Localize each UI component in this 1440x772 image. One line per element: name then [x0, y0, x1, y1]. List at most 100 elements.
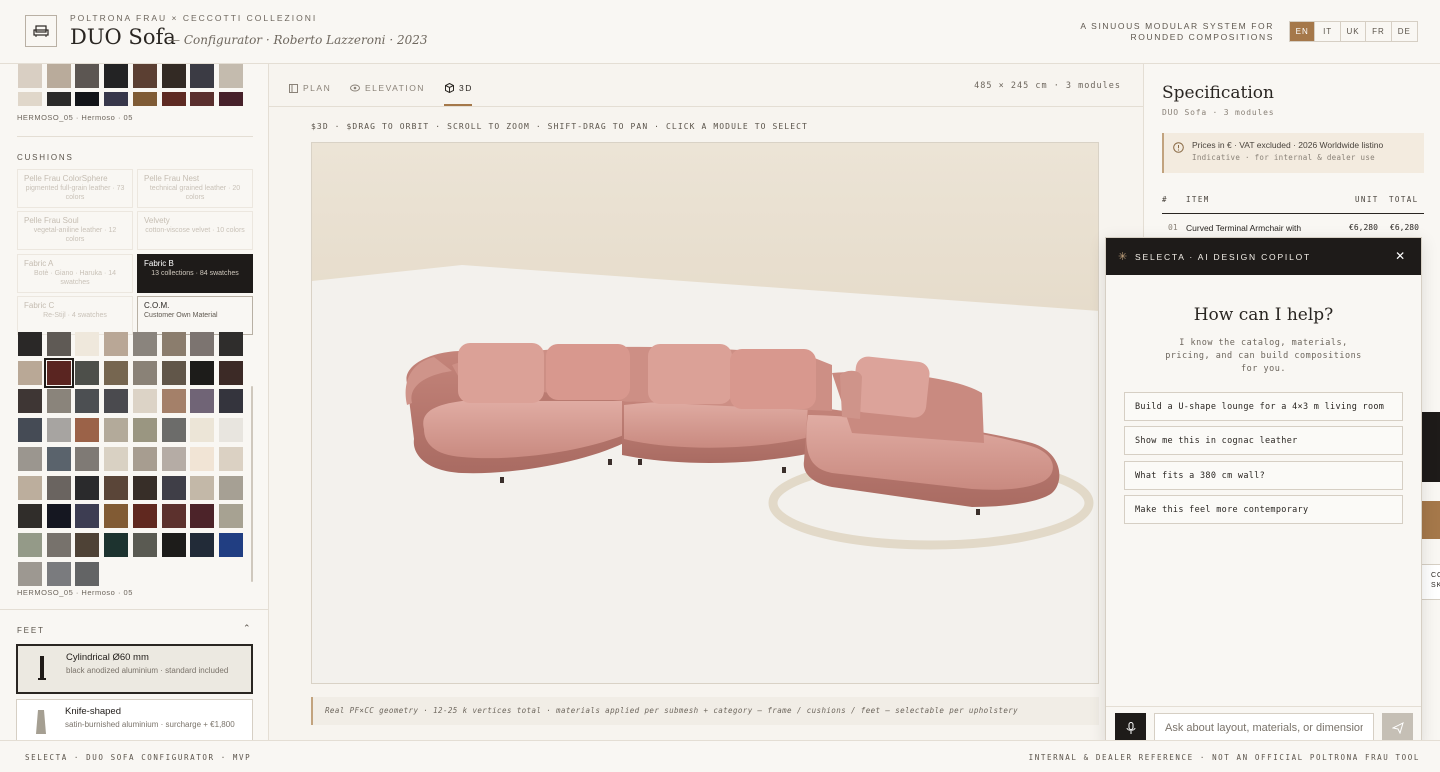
cushion-swatch-28[interactable]: [104, 418, 129, 443]
cushion-swatch-4[interactable]: [104, 332, 129, 356]
cushion-swatch-59[interactable]: [75, 532, 100, 557]
feet-option-knife[interactable]: Knife-shaped satin-burnished aluminium ·…: [16, 699, 253, 740]
cushion-swatch-24[interactable]: [218, 389, 243, 414]
send-icon[interactable]: [1382, 713, 1413, 743]
cushion-swatch-43[interactable]: [75, 475, 100, 500]
cushion-swatch-45[interactable]: [132, 475, 157, 500]
cushion-swatch-67[interactable]: [75, 561, 100, 586]
cushion-swatch-54[interactable]: [161, 504, 186, 529]
chat-input[interactable]: [1154, 713, 1374, 743]
cushion-swatch-52[interactable]: [104, 504, 129, 529]
frame-swatch-6[interactable]: [161, 64, 186, 88]
cushion-swatch-11[interactable]: [75, 360, 100, 385]
cushion-swatch-65[interactable]: [18, 561, 42, 586]
material-fabric-b[interactable]: Fabric B 13 collections · 84 swatches: [137, 254, 253, 293]
material-fabric-c[interactable]: Fabric C Re-Stijl · 4 swatches: [17, 296, 133, 335]
cushion-swatch-55[interactable]: [190, 504, 215, 529]
cushion-swatch-42[interactable]: [46, 475, 71, 500]
cushion-swatch-26[interactable]: [46, 418, 71, 443]
lang-it[interactable]: IT: [1315, 22, 1341, 41]
cushion-swatch-32[interactable]: [218, 418, 243, 443]
cushion-swatch-16[interactable]: [218, 360, 243, 385]
cushion-swatch-37[interactable]: [132, 446, 157, 471]
cushion-swatch-25[interactable]: [18, 418, 42, 443]
cushion-swatch-40[interactable]: [218, 446, 243, 471]
cushion-swatch-8[interactable]: [218, 332, 243, 356]
cushion-swatch-46[interactable]: [161, 475, 186, 500]
frame-swatch-3[interactable]: [75, 64, 100, 88]
cushion-swatch-57[interactable]: [18, 532, 42, 557]
cushion-swatch-53[interactable]: [132, 504, 157, 529]
cushion-swatch-20[interactable]: [104, 389, 129, 414]
cushion-swatch-23[interactable]: [190, 389, 215, 414]
cushion-swatch-30[interactable]: [161, 418, 186, 443]
cushion-swatch-17[interactable]: [18, 389, 42, 414]
tab-plan[interactable]: PLAN: [289, 83, 331, 93]
frame-swatch-row2-2[interactable]: [46, 92, 71, 106]
cushion-swatch-5[interactable]: [132, 332, 157, 356]
cushion-swatch-14[interactable]: [161, 360, 186, 385]
cushion-swatch-63[interactable]: [190, 532, 215, 557]
cushion-swatch-33[interactable]: [18, 446, 42, 471]
cushion-swatch-38[interactable]: [161, 446, 186, 471]
swatch-scrollbar[interactable]: [251, 386, 253, 582]
cushion-swatch-39[interactable]: [190, 446, 215, 471]
cushion-swatch-12[interactable]: [104, 360, 129, 385]
cushion-swatch-49[interactable]: [18, 504, 42, 529]
ai-copilot-panel[interactable]: ✳ SELECTA · AI DESIGN COPILOT ✕ How can …: [1105, 237, 1422, 747]
lang-de[interactable]: DE: [1392, 22, 1417, 41]
frame-swatch-row2-4[interactable]: [104, 92, 129, 106]
left-panel[interactable]: HERMOSO_05 · Hermoso · 05 CUSHIONS Pelle…: [0, 64, 269, 740]
cushion-swatch-36[interactable]: [104, 446, 129, 471]
suggestion-u-shape[interactable]: Build a U-shape lounge for a 4×3 m livin…: [1124, 392, 1403, 421]
cushion-swatch-64[interactable]: [218, 532, 243, 557]
suggestion-cognac[interactable]: Show me this in cognac leather: [1124, 426, 1403, 455]
cushion-swatch-50[interactable]: [46, 504, 71, 529]
cushion-swatch-35[interactable]: [75, 446, 100, 471]
lang-uk[interactable]: UK: [1341, 22, 1367, 41]
material-velvety[interactable]: Velvety cotton-viscose velvet · 10 colors: [137, 211, 253, 250]
cushion-swatch-47[interactable]: [190, 475, 215, 500]
cushion-swatch-62[interactable]: [161, 532, 186, 557]
material-com[interactable]: C.O.M. Customer Own Material: [137, 296, 253, 335]
lang-en[interactable]: EN: [1290, 22, 1316, 41]
cushion-swatch-27[interactable]: [75, 418, 100, 443]
accent-button-edge[interactable]: [1421, 501, 1440, 539]
frame-swatch-row2-8[interactable]: [218, 92, 243, 106]
cushion-swatch-56[interactable]: [218, 504, 243, 529]
cushion-swatch-1[interactable]: [18, 332, 42, 356]
suggestion-contemporary[interactable]: Make this feel more contemporary: [1124, 495, 1403, 524]
material-pelle-colorsphere[interactable]: Pelle Frau ColorSphere pigmented full-gra…: [17, 169, 133, 208]
tab-elevation[interactable]: ELEVATION: [350, 83, 425, 93]
frame-swatch-8[interactable]: [218, 64, 243, 88]
dark-button-edge[interactable]: [1421, 412, 1440, 482]
frame-swatch-5[interactable]: [132, 64, 157, 88]
cushion-swatch-48[interactable]: [218, 475, 243, 500]
cushion-swatch-66[interactable]: [46, 561, 71, 586]
frame-swatch-1[interactable]: [18, 64, 42, 88]
suggestion-380-wall[interactable]: What fits a 380 cm wall?: [1124, 461, 1403, 490]
cushion-swatch-15[interactable]: [190, 360, 215, 385]
cushion-swatch-21[interactable]: [132, 389, 157, 414]
cushion-swatch-7[interactable]: [190, 332, 215, 356]
cushion-swatch-34[interactable]: [46, 446, 71, 471]
frame-swatch-7[interactable]: [190, 64, 215, 88]
frame-swatch-row2-7[interactable]: [190, 92, 215, 106]
material-pelle-soul[interactable]: Pelle Frau Soul vegetal-aniline leather ·…: [17, 211, 133, 250]
cushion-swatch-44[interactable]: [104, 475, 129, 500]
cushion-swatch-3[interactable]: [75, 332, 100, 356]
material-fabric-a[interactable]: Fabric A Botè · Giano · Haruka · 14 swatc…: [17, 254, 133, 293]
lang-fr[interactable]: FR: [1366, 22, 1392, 41]
microphone-icon[interactable]: [1115, 713, 1146, 743]
material-pelle-nest[interactable]: Pelle Frau Nest technical grained leather…: [137, 169, 253, 208]
cushion-swatch-10[interactable]: [43, 357, 74, 388]
cushion-swatch-22[interactable]: [161, 389, 186, 414]
cushion-swatch-41[interactable]: [18, 475, 42, 500]
3d-viewport[interactable]: [311, 142, 1099, 684]
frame-swatch-row2-5[interactable]: [132, 92, 157, 106]
cushion-swatch-6[interactable]: [161, 332, 186, 356]
cushion-swatch-29[interactable]: [132, 418, 157, 443]
partial-button[interactable]: CO SK: [1421, 564, 1440, 600]
cushion-swatch-9[interactable]: [18, 360, 42, 385]
close-icon[interactable]: ✕: [1395, 249, 1407, 263]
